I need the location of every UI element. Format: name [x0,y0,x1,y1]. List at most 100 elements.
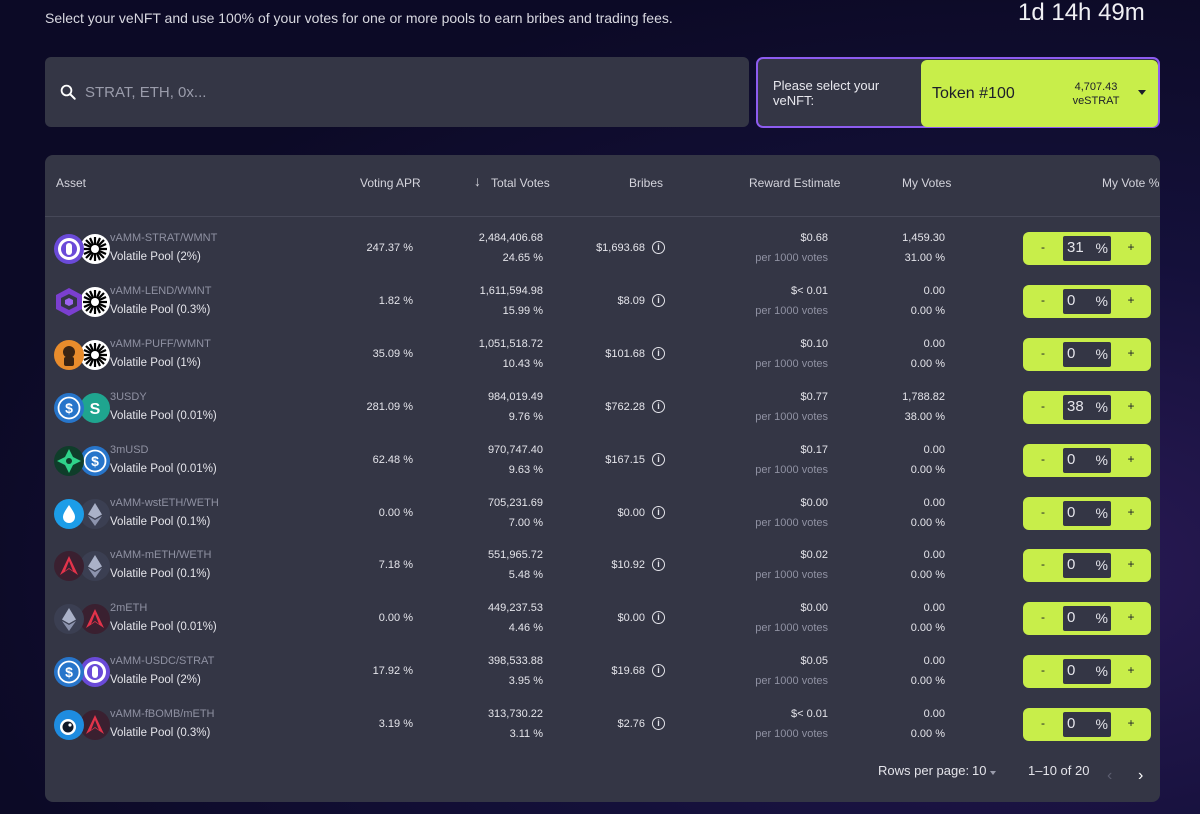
info-icon[interactable]: i [652,241,665,254]
decrease-vote-button[interactable]: - [1023,338,1063,371]
pool-type: Volatile Pool (0.1%) [110,515,211,528]
increase-vote-button[interactable]: + [1111,338,1151,371]
increase-vote-button[interactable]: + [1111,655,1151,688]
my-votes-pct: 0.00 % [910,728,945,741]
reward-estimate-unit: per 1000 votes [755,728,828,741]
info-icon[interactable]: i [652,558,665,572]
vote-percent-input[interactable]: 0 % [1063,341,1111,367]
reward-estimate-unit: per 1000 votes [755,622,828,635]
pool-type: Volatile Pool (0.3%) [110,727,211,740]
col-total-votes[interactable]: Total Votes [491,176,550,190]
col-my-vote-pct[interactable]: My Vote % [1102,176,1159,190]
bribes-value: $8.09 [617,294,645,307]
table-row: vAMM-fBOMB/mETH Volatile Pool (0.3%) 3.1… [45,698,1160,751]
increase-vote-button[interactable]: + [1111,391,1151,424]
meth-icon [54,551,84,582]
chevron-right-icon[interactable]: › [1138,767,1143,785]
decrease-vote-button[interactable]: - [1023,708,1063,741]
vote-percent-input[interactable]: 0 % [1063,553,1111,579]
usdc-icon: $ [54,392,84,423]
eth-icon [80,498,110,529]
info-icon[interactable]: i [652,452,665,466]
strat-icon [80,657,110,688]
vote-percent-input[interactable]: 0 % [1063,500,1111,526]
decrease-vote-button[interactable]: - [1023,285,1063,318]
venft-selector-label: Please select your veNFT: [773,77,880,108]
col-reward-estimate[interactable]: Reward Estimate [749,176,840,190]
bribes-value: $762.28 [605,400,645,413]
venft-amount: 4,707.43 [1074,80,1118,93]
vote-percent-input[interactable]: 0 % [1063,288,1111,314]
pool-name: vAMM-USDC/STRAT [110,655,215,668]
rows-per-page-select[interactable]: 10 [972,763,986,778]
decrease-vote-button[interactable]: - [1023,497,1063,530]
vote-percent-input[interactable]: 0 % [1063,447,1111,473]
pool-icons [54,497,114,531]
decrease-vote-button[interactable]: - [1023,232,1063,265]
decrease-vote-button[interactable]: - [1023,655,1063,688]
decrease-vote-button[interactable]: - [1023,391,1063,424]
voting-apr: 247.37 % [366,242,413,254]
col-voting-apr[interactable]: Voting APR [360,176,421,190]
total-votes: 449,237.53 [487,602,543,615]
total-votes: 398,533.88 [487,655,543,668]
vote-stepper: - 0 % + [1023,443,1151,477]
pool-name: vAMM-wstETH/WETH [110,496,219,509]
search-bar[interactable] [45,57,749,127]
percent-sign: % [1095,610,1108,627]
vote-percent-input[interactable]: 0 % [1063,659,1111,685]
reward-estimate: $< 0.01 [790,708,828,721]
decrease-vote-button[interactable]: - [1023,602,1063,635]
increase-vote-button[interactable]: + [1111,285,1151,318]
info-icon[interactable]: i [652,346,665,360]
reward-estimate: $0.68 [800,232,828,244]
increase-vote-button[interactable]: + [1111,232,1151,265]
info-icon[interactable]: i [652,505,665,519]
total-votes-pct: 3.95 % [508,675,543,688]
decrease-vote-button[interactable]: - [1023,444,1063,477]
chevron-left-icon[interactable]: ‹ [1107,767,1112,785]
bribes-value: $1,693.68 [596,242,645,254]
vote-percent-input[interactable]: 0 % [1063,712,1111,738]
my-votes: 1,788.82 [902,390,945,403]
reward-estimate: $0.02 [800,549,828,562]
increase-vote-button[interactable]: + [1111,549,1151,582]
total-votes-pct: 7.00 % [508,516,543,529]
col-asset[interactable]: Asset [56,176,86,190]
svg-text:$: $ [65,664,73,680]
epoch-countdown: 1d 14h 49m [1018,0,1145,26]
vote-stepper: - 0 % + [1023,284,1151,318]
vote-percent-value: 0 [1067,715,1076,733]
search-input[interactable] [85,83,685,101]
bribes-value: $19.68 [611,665,645,678]
info-icon[interactable]: i [652,717,665,731]
voting-apr: 0.00 % [378,506,413,519]
vote-percent-value: 0 [1067,450,1076,468]
info-icon[interactable]: i [652,293,665,307]
increase-vote-button[interactable]: + [1111,497,1151,530]
decrease-vote-button[interactable]: - [1023,549,1063,582]
vote-percent-input[interactable]: 38 % [1063,394,1111,420]
increase-vote-button[interactable]: + [1111,444,1151,477]
venft-balance: 4,707.43 veSTRAT [1071,80,1121,108]
col-bribes[interactable]: Bribes [629,176,663,190]
vote-stepper: - 31 % + [1023,232,1151,265]
info-icon[interactable]: i [652,399,665,413]
vote-percent-input[interactable]: 0 % [1063,606,1111,632]
vote-percent-input[interactable]: 31 % [1063,236,1111,261]
increase-vote-button[interactable]: + [1111,602,1151,635]
my-votes-pct: 0.00 % [910,622,945,635]
increase-vote-button[interactable]: + [1111,708,1151,741]
info-icon[interactable]: i [652,611,665,625]
search-icon [60,84,76,100]
reward-estimate: $0.17 [800,443,828,456]
my-votes: 0.00 [923,708,945,721]
info-icon[interactable]: i [652,664,665,678]
venft-token-name: Token #100 [932,84,1015,102]
col-my-votes[interactable]: My Votes [902,176,951,190]
venft-dropdown[interactable]: Token #100 4,707.43 veSTRAT [921,60,1158,127]
pool-type: Volatile Pool (2%) [110,251,201,263]
vote-percent-value: 38 [1067,397,1084,415]
total-votes: 2,484,406.68 [478,232,543,244]
svg-text:$: $ [65,400,73,416]
